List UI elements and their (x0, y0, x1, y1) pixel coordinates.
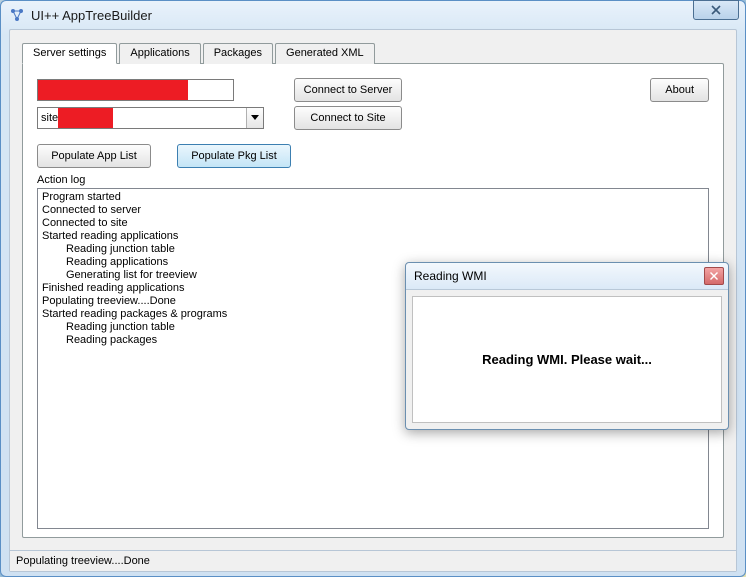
close-icon (710, 272, 718, 280)
close-icon (711, 5, 721, 15)
redacted-site-value (58, 108, 113, 128)
desktop-background: UI++ AppTreeBuilder Server settings Appl… (0, 0, 746, 577)
populate-app-list-button[interactable]: Populate App List (37, 144, 151, 168)
populate-pkg-list-button[interactable]: Populate Pkg List (177, 144, 291, 168)
tab-generated-xml[interactable]: Generated XML (275, 43, 375, 64)
statusbar: Populating treeview....Done (10, 550, 736, 571)
connect-site-button[interactable]: Connect to Site (294, 106, 402, 130)
dialog-message: Reading WMI. Please wait... (482, 352, 652, 367)
connect-server-button[interactable]: Connect to Server (294, 78, 402, 102)
dialog-titlebar[interactable]: Reading WMI (406, 263, 728, 290)
reading-wmi-dialog: Reading WMI Reading WMI. Please wait... (405, 262, 729, 430)
app-icon (9, 7, 25, 23)
dialog-body: Reading WMI. Please wait... (412, 296, 722, 423)
log-line: Program started (42, 191, 704, 204)
redacted-server-value (38, 80, 188, 100)
log-line: Reading junction table (42, 243, 704, 256)
tabstrip: Server settings Applications Packages Ge… (22, 42, 724, 63)
dialog-title: Reading WMI (414, 269, 704, 283)
status-text: Populating treeview....Done (16, 555, 150, 567)
site-value: site (38, 112, 58, 124)
action-log-label: Action log (37, 174, 709, 186)
chevron-down-icon (251, 115, 259, 121)
server-input[interactable] (37, 79, 234, 101)
log-line: Connected to server (42, 204, 704, 217)
titlebar[interactable]: UI++ AppTreeBuilder (1, 1, 745, 29)
tab-packages[interactable]: Packages (203, 43, 273, 64)
about-button[interactable]: About (650, 78, 709, 102)
tab-applications[interactable]: Applications (119, 43, 200, 64)
window-close-button[interactable] (693, 0, 739, 20)
log-line: Started reading applications (42, 230, 704, 243)
window-title: UI++ AppTreeBuilder (31, 8, 693, 23)
dropdown-button[interactable] (246, 108, 263, 128)
site-combobox[interactable]: site (37, 107, 264, 129)
tab-server-settings[interactable]: Server settings (22, 43, 117, 64)
log-line: Connected to site (42, 217, 704, 230)
dialog-close-button[interactable] (704, 267, 724, 285)
